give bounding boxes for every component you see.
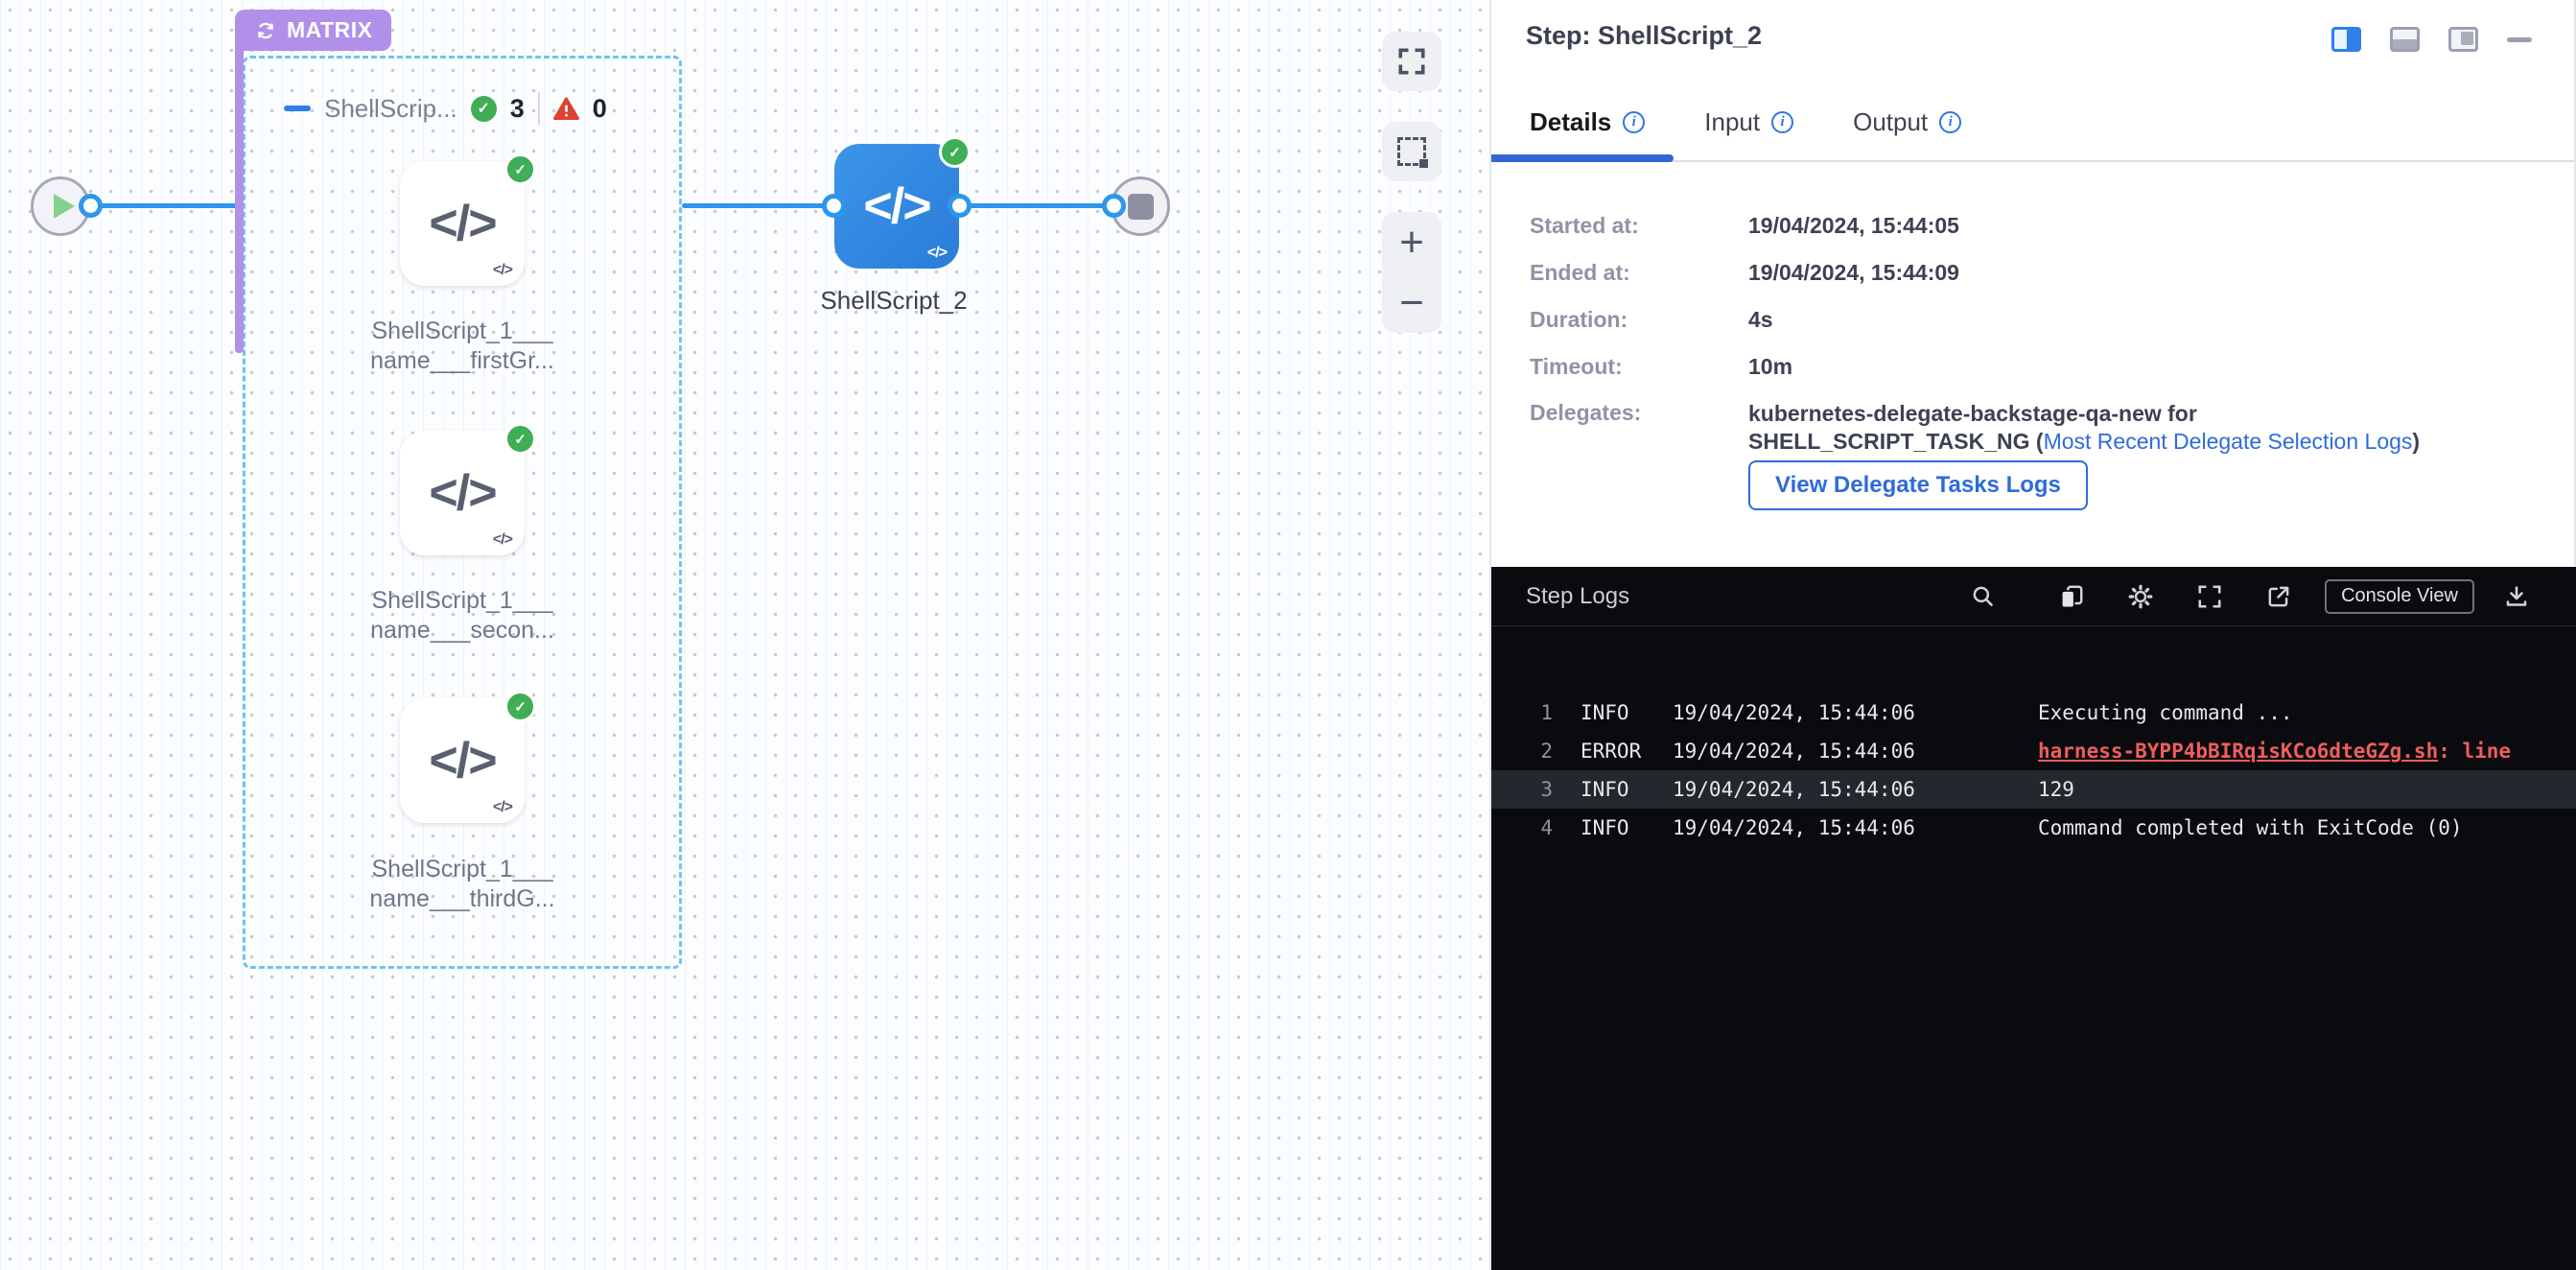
- view-delegate-tasks-logs-button[interactable]: View Delegate Tasks Logs: [1748, 460, 2088, 510]
- info-icon[interactable]: i: [1939, 111, 1961, 133]
- code-mini-icon: </>: [927, 245, 947, 262]
- error-script-link[interactable]: harness-BYPP4bBIRqisKCo6dteGZg.sh: [2038, 740, 2438, 763]
- console-view-button[interactable]: Console View: [2325, 579, 2474, 614]
- panel-tabs: Details i Input i Output i: [1530, 107, 1961, 137]
- code-icon: </>: [429, 464, 495, 522]
- delegate-selection-logs-link[interactable]: Most Recent Delegate Selection Logs: [2044, 429, 2413, 454]
- success-badge-icon: ✓: [504, 423, 536, 455]
- node-shellscript-1-second[interactable]: ✓ </> </>: [400, 431, 525, 555]
- canvas-select-button[interactable]: [1382, 122, 1441, 181]
- matrix-accent-strip: [235, 41, 244, 353]
- log-line[interactable]: 1INFO19/04/2024, 15:44:06Executing comma…: [1491, 694, 2576, 732]
- log-line-highlighted[interactable]: 3INFO19/04/2024, 15:44:06129: [1491, 770, 2576, 809]
- warning-triangle-icon: [553, 97, 579, 121]
- success-badge-icon: ✓: [939, 136, 971, 168]
- header-divider: [538, 92, 540, 125]
- collapse-group-icon[interactable]: [284, 106, 311, 111]
- download-logs-icon[interactable]: [2503, 583, 2530, 610]
- node-label: ShellScript_1___ name___thirdG...: [318, 855, 606, 914]
- info-icon[interactable]: i: [1771, 111, 1793, 133]
- edge-step2-to-end: [958, 203, 1113, 208]
- node-out-port[interactable]: [948, 194, 972, 218]
- success-badge-icon: ✓: [504, 153, 536, 185]
- info-icon[interactable]: i: [1623, 111, 1645, 133]
- node-label: ShellScript_1___ name___secon...: [318, 586, 606, 646]
- node-in-port[interactable]: [822, 194, 846, 218]
- log-lines: 1INFO19/04/2024, 15:44:06Executing comma…: [1491, 694, 2576, 847]
- edge-matrix-to-step2: [682, 203, 835, 208]
- zoom-in-button[interactable]: +: [1382, 212, 1441, 272]
- matrix-badge[interactable]: MATRIX: [235, 10, 391, 51]
- fullscreen-icon: [1396, 46, 1427, 77]
- matrix-group-title: ShellScrip...: [324, 94, 457, 124]
- node-label: ShellScript_1___ name___firstGr...: [318, 317, 606, 376]
- step-logs-header: Step Logs: [1491, 567, 2576, 626]
- code-icon: </>: [429, 195, 495, 252]
- step-logs-panel: Step Logs: [1491, 567, 2576, 1270]
- panel-title: Step: ShellScript_2: [1526, 21, 1762, 51]
- log-line[interactable]: 4INFO19/04/2024, 15:44:06Command complet…: [1491, 809, 2576, 847]
- canvas-fullscreen-button[interactable]: [1382, 32, 1441, 91]
- code-mini-icon: </>: [493, 531, 512, 549]
- tab-details[interactable]: Details i: [1530, 107, 1645, 137]
- success-check-icon: ✓: [471, 96, 497, 122]
- active-tab-underline: [1491, 154, 1674, 162]
- node-shellscript-1-third[interactable]: ✓ </> </>: [400, 698, 525, 823]
- layout-floating-panel-icon[interactable]: [2448, 27, 2478, 52]
- log-line[interactable]: 2ERROR19/04/2024, 15:44:06harness-BYPP4b…: [1491, 732, 2576, 770]
- loop-icon: [254, 19, 277, 42]
- copy-logs-icon[interactable]: [2058, 583, 2085, 610]
- harness-pipeline-execution-screen: MATRIX ShellScrip... ✓ 3 0 ✓ </> </> She…: [0, 0, 2576, 1270]
- panel-layout-controls: [2331, 27, 2532, 52]
- layout-bottom-panel-icon[interactable]: [2390, 27, 2420, 52]
- search-logs-icon[interactable]: [1970, 583, 1997, 610]
- layout-right-panel-icon[interactable]: [2331, 27, 2361, 52]
- success-count: 3: [510, 94, 525, 124]
- code-icon: </>: [863, 177, 929, 235]
- node-shellscript-1-first[interactable]: ✓ </> </>: [400, 161, 525, 286]
- open-logs-new-window-icon[interactable]: [2265, 583, 2292, 610]
- minimize-panel-icon[interactable]: [2507, 37, 2532, 42]
- tab-output[interactable]: Output i: [1853, 107, 1961, 137]
- selection-icon: [1397, 137, 1426, 166]
- node-shellscript-2-label: ShellScript_2: [750, 286, 1038, 316]
- detail-row-duration: Duration: 4s: [1530, 307, 1773, 333]
- delegate-task: SHELL_SCRIPT_TASK_NG (: [1748, 429, 2044, 454]
- code-mini-icon: </>: [493, 799, 512, 816]
- detail-row-delegates: Delegates: kubernetes-delegate-backstage…: [1530, 400, 2420, 456]
- edge-start-to-matrix: [90, 203, 244, 208]
- expand-logs-icon[interactable]: [2196, 583, 2223, 610]
- pipeline-canvas[interactable]: MATRIX ShellScrip... ✓ 3 0 ✓ </> </> She…: [0, 0, 1491, 1270]
- detail-row-started: Started at: 19/04/2024, 15:44:05: [1530, 213, 1959, 239]
- zoom-out-button[interactable]: −: [1382, 272, 1441, 333]
- step-details-panel: Step: ShellScript_2 Details i Input i Ou…: [1491, 0, 2576, 567]
- end-node-in-port[interactable]: [1102, 194, 1126, 218]
- success-badge-icon: ✓: [504, 691, 536, 722]
- stop-icon: [1128, 194, 1154, 220]
- start-node-out-port[interactable]: [79, 194, 103, 218]
- detail-row-timeout: Timeout: 10m: [1530, 354, 1792, 380]
- canvas-zoom-control: + −: [1382, 212, 1441, 333]
- node-shellscript-2[interactable]: ✓ </> </>: [834, 144, 959, 269]
- code-mini-icon: </>: [493, 262, 512, 279]
- code-icon: </>: [429, 732, 495, 789]
- matrix-badge-label: MATRIX: [287, 17, 372, 43]
- log-settings-icon[interactable]: [2127, 583, 2154, 610]
- play-icon: [54, 194, 75, 219]
- detail-row-ended: Ended at: 19/04/2024, 15:44:09: [1530, 260, 1959, 286]
- tab-input[interactable]: Input i: [1704, 107, 1793, 137]
- delegate-name: kubernetes-delegate-backstage-qa-new for: [1748, 401, 2197, 426]
- matrix-group-header: ShellScrip... ✓ 3 0: [284, 92, 607, 125]
- step-logs-title: Step Logs: [1526, 583, 1629, 610]
- fail-count: 0: [593, 94, 607, 124]
